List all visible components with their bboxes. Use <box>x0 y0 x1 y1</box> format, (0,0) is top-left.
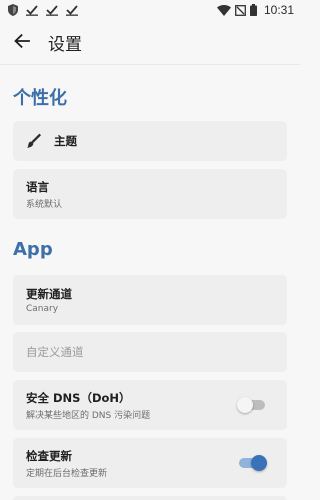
settings-screen: 10:31 设置 个性化 主题 语言 系统默认 App 更新通道 Canary … <box>0 0 300 500</box>
update-channel-value: Canary <box>26 304 59 314</box>
toggle-thumb <box>251 455 267 471</box>
battery-icon <box>249 4 257 16</box>
theme-item[interactable]: 主题 <box>13 121 287 161</box>
app-bar: 设置 <box>0 20 300 64</box>
section-title-personalization: 个性化 <box>13 88 67 109</box>
status-time: 10:31 <box>263 3 294 17</box>
section-title-app: App <box>13 239 53 260</box>
secure-dns-description: 解决某些地区的 DNS 污染问题 <box>26 410 151 421</box>
update-channel-item[interactable]: 更新通道 Canary <box>13 275 287 325</box>
check-icon <box>66 4 78 16</box>
toggle-thumb <box>237 397 253 413</box>
app-bar-divider <box>0 64 300 65</box>
custom-channel-placeholder: 自定义通道 <box>26 345 84 359</box>
update-channel-text: 更新通道 Canary <box>26 286 72 314</box>
check-updates-description: 定期在后台检查更新 <box>26 468 108 479</box>
secure-dns-item[interactable]: 安全 DNS（DoH） 解决某些地区的 DNS 污染问题 <box>13 380 287 430</box>
page-title: 设置 <box>48 34 82 55</box>
language-text: 语言 系统默认 <box>26 179 62 210</box>
theme-label: 主题 <box>54 134 77 148</box>
shield-icon <box>8 4 18 16</box>
check-updates-text: 检查更新 定期在后台检查更新 <box>26 448 107 479</box>
language-value: 系统默认 <box>26 199 63 210</box>
status-right: 10:31 <box>216 3 294 17</box>
custom-channel-field[interactable]: 自定义通道 <box>13 332 287 372</box>
check-updates-item[interactable]: 检查更新 定期在后台检查更新 <box>13 438 287 488</box>
check-updates-label: 检查更新 <box>26 448 72 463</box>
update-channel-label: 更新通道 <box>26 287 72 301</box>
secure-dns-toggle[interactable] <box>237 397 267 413</box>
secure-dns-text: 安全 DNS（DoH） 解决某些地区的 DNS 污染问题 <box>26 390 150 421</box>
language-item[interactable]: 语言 系统默认 <box>13 169 287 219</box>
check-updates-toggle[interactable] <box>237 455 267 471</box>
status-left <box>8 4 78 16</box>
status-bar: 10:31 <box>0 0 300 20</box>
next-item-partial[interactable] <box>13 496 287 500</box>
check-icon <box>46 4 58 16</box>
check-icon <box>26 4 38 16</box>
paintbrush-icon <box>26 132 44 150</box>
arrow-left-icon <box>14 33 30 52</box>
no-sim-icon <box>235 4 246 16</box>
back-button[interactable] <box>0 20 44 64</box>
wifi-icon <box>216 4 231 16</box>
language-label: 语言 <box>26 179 49 194</box>
secure-dns-label: 安全 DNS（DoH） <box>26 390 131 405</box>
